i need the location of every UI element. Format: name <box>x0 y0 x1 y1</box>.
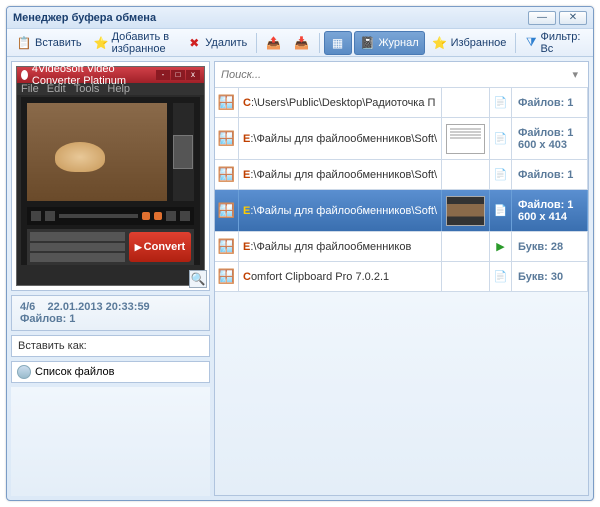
clip-thumb-cell <box>442 232 490 261</box>
titlebar: Менеджер буфера обмена — ✕ <box>7 7 593 29</box>
journal-tab[interactable]: 📓Журнал <box>354 31 425 55</box>
video-controls <box>27 207 194 225</box>
form-row: ▶ Convert <box>27 229 194 265</box>
toolbar: 📋Вставить ⭐Добавить в избранное ✖Удалить… <box>7 29 593 57</box>
search-input[interactable] <box>221 69 568 81</box>
minimize-button[interactable]: — <box>528 11 556 25</box>
clip-path: E:\Файлы для файлообменников\Soft\ <box>239 190 442 231</box>
clip-meta: Файлов: 1 <box>512 88 588 117</box>
info-bar: 4/6 22.01.2013 20:33:59 Файлов: 1 <box>11 295 210 331</box>
close-button[interactable]: ✕ <box>559 11 587 25</box>
window-title: Менеджер буфера обмена <box>13 12 525 24</box>
file-list-header[interactable]: Список файлов <box>11 361 210 383</box>
paste-button[interactable]: 📋Вставить <box>11 32 87 54</box>
separator <box>515 33 516 53</box>
preview-pane: 4Videosoft Video Converter Platinum-□x F… <box>11 61 210 291</box>
star-icon: ⭐ <box>432 35 448 51</box>
clip-item[interactable]: 🪟E:\Файлы для файлообменников\Soft\ 📄Файл… <box>215 160 588 190</box>
clip-path: E:\Файлы для файлообменников\Soft\ <box>239 118 442 159</box>
clip-item[interactable]: 🪟E:\Файлы для файлообменников\Soft\ 📄Файл… <box>215 118 588 160</box>
os-icon: 🪟 <box>215 118 239 159</box>
list-icon <box>17 365 31 379</box>
clip-path: E:\Файлы для файлообменников\Soft\ <box>239 160 442 189</box>
item-index: 4/6 <box>20 301 35 313</box>
insert-as-field[interactable]: Вставить как: <box>11 335 210 357</box>
left-filler <box>11 387 210 496</box>
clip-thumb-cell <box>442 88 490 117</box>
separator <box>256 33 257 53</box>
delete-button[interactable]: ✖Удалить <box>181 32 252 54</box>
left-panel: 4Videosoft Video Converter Platinum-□x F… <box>11 61 210 496</box>
clip-thumb-cell <box>442 160 490 189</box>
type-icon: 📄 <box>490 160 512 189</box>
app-logo-icon <box>21 70 28 80</box>
clip-thumb-cell <box>442 262 490 291</box>
clip-meta: Букв: 28 <box>512 232 588 261</box>
item-files: Файлов: 1 <box>20 313 75 325</box>
clip-path: Comfort Clipboard Pro 7.0.2.1 <box>239 262 442 291</box>
clip-meta: Файлов: 1600 x 403 <box>512 118 588 159</box>
file-list-label: Список файлов <box>35 366 114 378</box>
type-icon: ▶ <box>490 232 512 261</box>
right-filler <box>215 292 588 496</box>
export-button[interactable]: 📤 <box>261 32 287 54</box>
clip-item[interactable]: 🪟C:\Users\Public\Desktop\Радиоточка П 📄Фа… <box>215 88 588 118</box>
clip-meta: Файлов: 1600 x 414 <box>512 190 588 231</box>
clip-thumbnail <box>446 196 485 226</box>
preview-content: 4Videosoft Video Converter Platinum-□x F… <box>16 66 205 286</box>
export-icon: 📤 <box>266 35 282 51</box>
item-date: 22.01.2013 20:33:59 <box>48 301 150 313</box>
filter-button[interactable]: ⧩Фильтр: Вс <box>520 28 589 58</box>
video-side-panel <box>173 103 194 201</box>
journal-icon: 📓 <box>360 35 376 51</box>
paste-icon: 📋 <box>16 35 32 51</box>
search-bar: ▾ <box>215 62 588 88</box>
clip-path: C:\Users\Public\Desktop\Радиоточка П <box>239 88 442 117</box>
favorites-tab[interactable]: ⭐Избранное <box>427 32 512 54</box>
list-icon: ▦ <box>330 35 346 51</box>
preview-app-titlebar: 4Videosoft Video Converter Platinum-□x <box>17 67 204 83</box>
star-plus-icon: ⭐ <box>94 35 109 51</box>
os-icon: 🪟 <box>215 232 239 261</box>
magnify-button[interactable]: 🔍 <box>189 270 207 288</box>
body: 4Videosoft Video Converter Platinum-□x F… <box>7 57 593 500</box>
funnel-icon: ⧩ <box>525 35 537 51</box>
clip-meta: Букв: 30 <box>512 262 588 291</box>
preview-app-body: ▶ Convert <box>21 97 200 265</box>
search-dropdown[interactable]: ▾ <box>568 68 582 81</box>
import-button[interactable]: 📥 <box>289 32 315 54</box>
convert-button: ▶ Convert <box>129 232 191 262</box>
video-thumbnail <box>27 103 167 201</box>
clip-thumbnail <box>446 124 485 154</box>
app-window: Менеджер буфера обмена — ✕ 📋Вставить ⭐До… <box>6 6 594 501</box>
type-icon: 📄 <box>490 262 512 291</box>
clip-item[interactable]: 🪟E:\Файлы для файлообменников\Soft\ 📄Файл… <box>215 190 588 232</box>
right-panel: ▾ 🪟C:\Users\Public\Desktop\Радиоточка П📄… <box>214 61 589 496</box>
add-favorite-button[interactable]: ⭐Добавить в избранное <box>89 28 180 58</box>
clip-thumb-cell <box>442 190 490 231</box>
delete-icon: ✖ <box>186 35 202 51</box>
view-toggle-1[interactable]: ▦ <box>324 31 352 55</box>
clip-list: 🪟C:\Users\Public\Desktop\Радиоточка П📄Фа… <box>215 88 588 292</box>
clip-thumb-cell <box>442 118 490 159</box>
separator <box>319 33 320 53</box>
clip-item[interactable]: 🪟E:\Файлы для файлообменников ▶Букв: 28 <box>215 232 588 262</box>
clip-path: E:\Файлы для файлообменников <box>239 232 442 261</box>
clip-item[interactable]: 🪟Comfort Clipboard Pro 7.0.2.1 📄Букв: 30 <box>215 262 588 292</box>
os-icon: 🪟 <box>215 160 239 189</box>
clip-meta: Файлов: 1 <box>512 160 588 189</box>
os-icon: 🪟 <box>215 88 239 117</box>
type-icon: 📄 <box>490 190 512 231</box>
import-icon: 📥 <box>294 35 310 51</box>
os-icon: 🪟 <box>215 262 239 291</box>
os-icon: 🪟 <box>215 190 239 231</box>
type-icon: 📄 <box>490 88 512 117</box>
type-icon: 📄 <box>490 118 512 159</box>
